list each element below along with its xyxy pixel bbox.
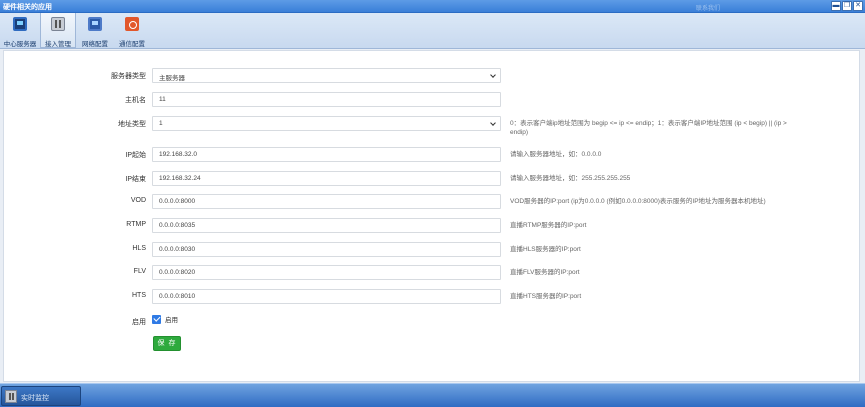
taskbar-task-label: 实时监控 — [21, 395, 49, 402]
hts-hint: 直播HTS服务器的IP:port — [510, 293, 582, 300]
toolbar-item-network-config[interactable]: 网络配置 — [77, 13, 113, 48]
form-row-ip-start: IP起始 192.168.32.0 请输入服务器地址，如：0.0.0.0 — [4, 147, 861, 162]
config-form: 服务器类型 主服务器 主机名 11 地址类型 1 0：表示客户端ip地址范围为 … — [3, 50, 860, 382]
title-bar: 硬件相关的应用 联系我们 ▬ ❐ ✕ — [0, 0, 865, 13]
field-label: RTMP — [126, 221, 146, 228]
server-type-select[interactable]: 主服务器 — [152, 68, 501, 83]
toolbar-item-label: 中心服务器 — [3, 41, 37, 48]
field-label: 服务器类型 — [111, 73, 146, 80]
enable-checkbox[interactable] — [152, 314, 161, 324]
taskbar: 实时监控 — [0, 383, 865, 407]
field-label: HTS — [132, 292, 146, 299]
access-management-icon — [51, 17, 65, 31]
rtmp-hint: 直播RTMP服务器的IP:port — [510, 222, 587, 229]
address-type-hint: 0：表示客户端ip地址范围为 begip <= ip <= endip；1：表示… — [510, 120, 787, 136]
main-toolbar: 中心服务器 接入管理 网络配置 通信配置 — [0, 13, 865, 49]
field-label: IP起始 — [125, 152, 146, 159]
hostname-input[interactable]: 11 — [152, 92, 501, 107]
hls-hint: 直播HLS服务器的IP:port — [510, 246, 581, 253]
form-row-ip-end: IP结束 192.168.32.24 请输入服务器地址，如：255.255.25… — [4, 171, 861, 186]
form-row-enable: 启用 启用 — [4, 314, 861, 329]
field-label: VOD — [130, 197, 146, 204]
flv-input[interactable]: 0.0.0.0:8020 — [152, 265, 501, 280]
restore-icon[interactable]: ❐ — [842, 1, 852, 11]
title-ghost-text: 联系我们 — [696, 6, 721, 12]
toolbar-item-comm-config[interactable]: 通信配置 — [114, 13, 150, 48]
network-monitor-icon — [88, 17, 102, 31]
form-row-hts: HTS 0.0.0.0:8010 直播HTS服务器的IP:port — [4, 289, 861, 304]
close-icon[interactable]: ✕ — [853, 1, 863, 11]
form-row-vod: VOD 0.0.0.0:8000 VOD服务器的IP:port (ip为0.0.… — [4, 194, 861, 209]
rtmp-input[interactable]: 0.0.0.0:8035 — [152, 218, 501, 233]
form-row-rtmp: RTMP 0.0.0.0:8035 直播RTMP服务器的IP:port — [4, 218, 861, 233]
toolbar-item-label: 通信配置 — [119, 41, 145, 48]
enable-checkbox-group[interactable]: 启用 — [152, 314, 178, 324]
enable-checkbox-label: 启用 — [165, 317, 178, 324]
field-label: IP结束 — [125, 176, 146, 183]
field-label: FLV — [133, 268, 146, 275]
field-label: HLS — [132, 245, 146, 252]
vod-hint: VOD服务器的IP:port (ip为0.0.0.0 (例如0.0.0.0:80… — [510, 198, 766, 205]
hts-input[interactable]: 0.0.0.0:8010 — [152, 289, 501, 304]
address-type-select[interactable]: 1 — [152, 116, 501, 131]
form-row-hls: HLS 0.0.0.0:8030 直播HLS服务器的IP:port — [4, 242, 861, 257]
communication-icon — [125, 17, 139, 31]
toolbar-item-central-server[interactable]: 中心服务器 — [2, 13, 38, 48]
flv-hint: 直播FLV服务器的IP:port — [510, 269, 580, 276]
form-row-server-type: 服务器类型 主服务器 — [4, 68, 861, 83]
save-button[interactable]: 保 存 — [153, 336, 181, 351]
toolbar-item-label: 网络配置 — [82, 41, 108, 48]
ip-end-input[interactable]: 192.168.32.24 — [152, 171, 501, 186]
access-management-icon — [5, 390, 17, 403]
ip-end-hint: 请输入服务器地址，如：255.255.255.255 — [510, 175, 631, 182]
field-label: 启用 — [132, 319, 146, 326]
server-monitor-icon — [13, 17, 27, 31]
field-label: 地址类型 — [118, 121, 146, 128]
hls-input[interactable]: 0.0.0.0:8030 — [152, 242, 501, 257]
toolbar-item-access-management[interactable]: 接入管理 — [40, 13, 76, 48]
field-label: 主机名 — [125, 97, 146, 104]
form-row-flv: FLV 0.0.0.0:8020 直播FLV服务器的IP:port — [4, 265, 861, 280]
taskbar-task-button[interactable]: 实时监控 — [1, 386, 81, 406]
toolbar-item-label: 接入管理 — [45, 41, 71, 48]
minimize-icon[interactable]: ▬ — [831, 1, 841, 11]
form-row-hostname: 主机名 11 — [4, 92, 861, 107]
window-controls: ▬ ❐ ✕ — [831, 1, 863, 11]
ip-start-hint: 请输入服务器地址，如：0.0.0.0 — [510, 151, 602, 158]
ip-start-input[interactable]: 192.168.32.0 — [152, 147, 501, 162]
window-title: 硬件相关的应用 — [3, 4, 52, 11]
vod-input[interactable]: 0.0.0.0:8000 — [152, 194, 501, 209]
form-row-address-type: 地址类型 1 0：表示客户端ip地址范围为 begip <= ip <= end… — [4, 116, 861, 136]
